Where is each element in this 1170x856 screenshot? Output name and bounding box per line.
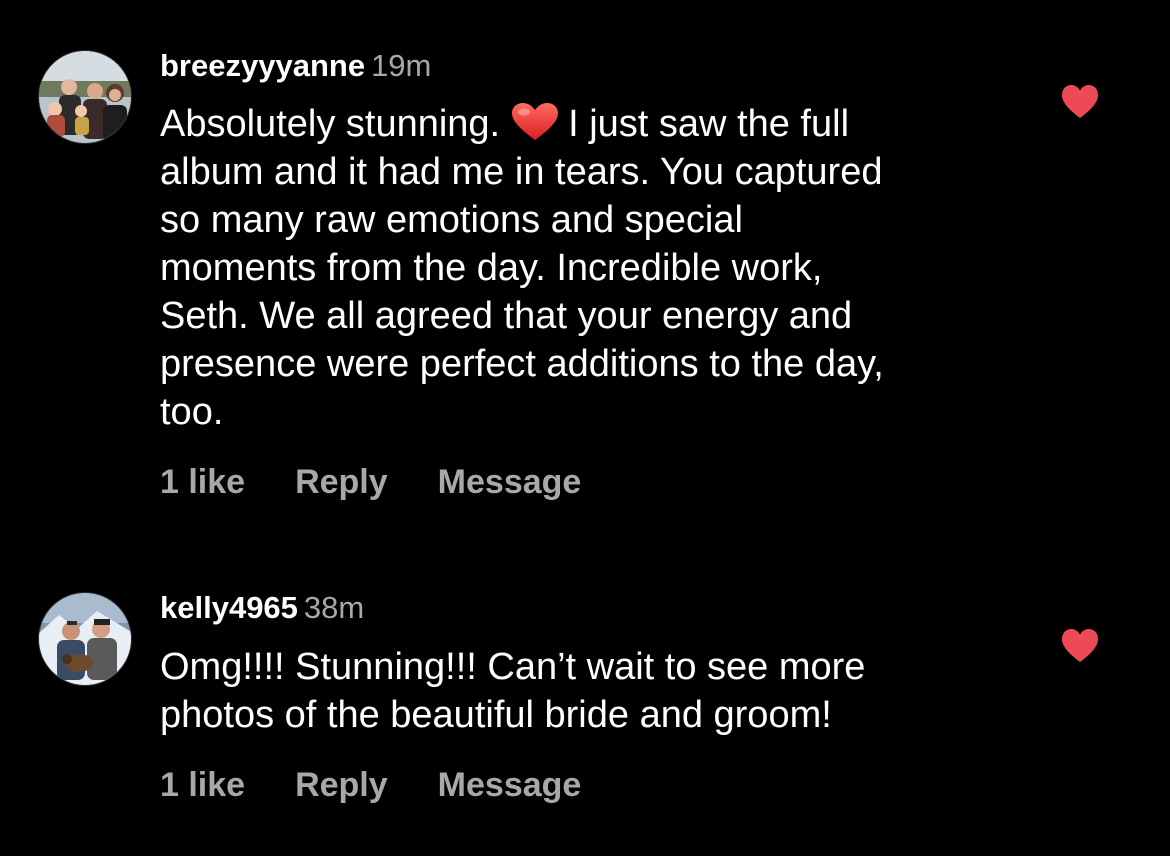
comment-header: breezyyyanne 19m bbox=[160, 48, 431, 84]
like-count[interactable]: 1 like bbox=[160, 765, 245, 805]
comment-line: album and it had me in tears. You captur… bbox=[160, 151, 883, 193]
comment-line: Absolutely stunning. I just saw the full bbox=[160, 100, 1020, 148]
comment-line: Seth. We all agreed that your energy and bbox=[160, 295, 853, 337]
comment-text: Omg!!!! Stunning!!! Can’t wait to see mo… bbox=[160, 643, 1020, 739]
comment-text: Absolutely stunning. I just saw the full … bbox=[160, 100, 1020, 436]
message-button[interactable]: Message bbox=[438, 765, 582, 805]
comment-actions: 1 like Reply Message bbox=[160, 765, 581, 805]
reply-button[interactable]: Reply bbox=[295, 765, 388, 805]
username[interactable]: breezyyyanne bbox=[160, 48, 365, 83]
comment-line: so many raw emotions and special bbox=[160, 199, 743, 241]
comment-header: kelly4965 38m bbox=[160, 590, 364, 626]
message-button[interactable]: Message bbox=[438, 462, 582, 502]
avatar[interactable] bbox=[38, 592, 132, 686]
red-heart-emoji-icon bbox=[510, 102, 560, 142]
comment-text-segment: I just saw the full bbox=[568, 103, 850, 145]
avatar[interactable] bbox=[38, 50, 132, 144]
timestamp: 19m bbox=[371, 48, 432, 83]
username[interactable]: kelly4965 bbox=[160, 590, 298, 625]
timestamp: 38m bbox=[303, 590, 365, 625]
comment-line: Omg!!!! Stunning!!! Can’t wait to see mo… bbox=[160, 646, 866, 688]
heart-filled-icon[interactable] bbox=[1060, 628, 1100, 664]
comment-text-segment: Absolutely stunning. bbox=[160, 103, 501, 145]
comment-line: too. bbox=[160, 391, 224, 433]
reply-button[interactable]: Reply bbox=[295, 462, 388, 502]
comment-line: moments from the day. Incredible work, bbox=[160, 247, 823, 289]
comment-line: photos of the beautiful bride and groom! bbox=[160, 694, 832, 736]
comment-actions: 1 like Reply Message bbox=[160, 462, 581, 502]
heart-filled-icon[interactable] bbox=[1060, 84, 1100, 120]
like-count[interactable]: 1 like bbox=[160, 462, 245, 502]
comment-line: presence were perfect additions to the d… bbox=[160, 343, 884, 385]
